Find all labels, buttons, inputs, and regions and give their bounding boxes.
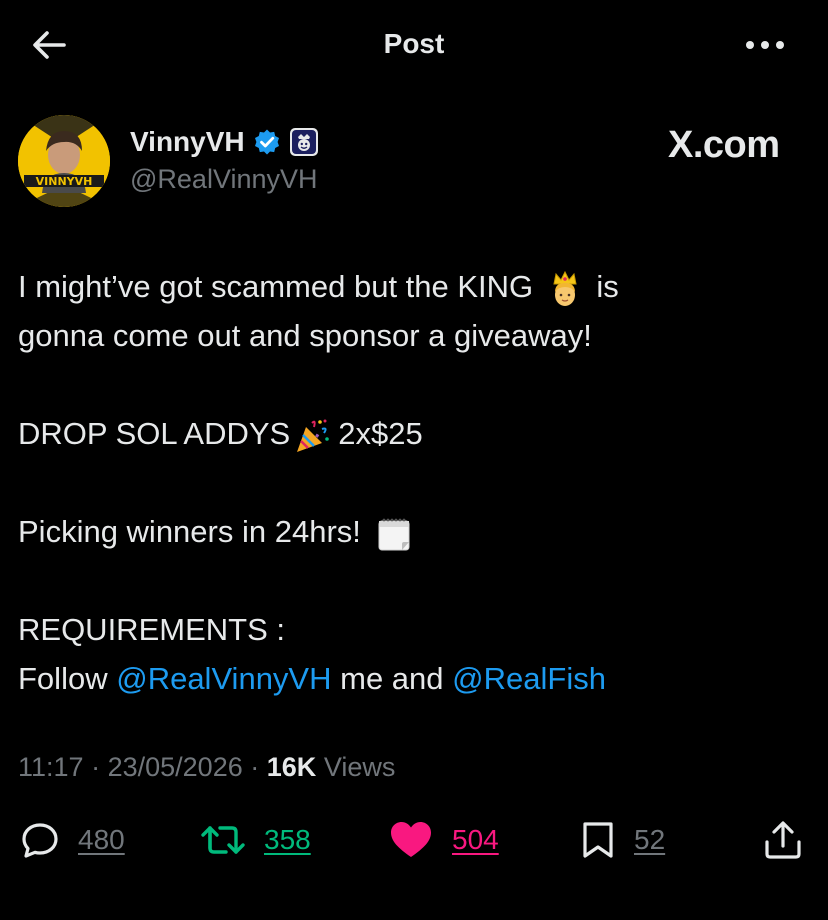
views-label: Views bbox=[323, 752, 396, 782]
post-text-king: I might’ve got scammed but the KING bbox=[18, 269, 534, 304]
spiral-notepad-emoji-icon bbox=[378, 518, 410, 551]
post-text-is: is bbox=[596, 269, 619, 304]
reply-button[interactable]: 480 bbox=[20, 820, 125, 860]
avatar[interactable]: VINNYVH bbox=[18, 115, 110, 207]
affiliate-badge-icon[interactable] bbox=[289, 127, 319, 157]
post-line-2: gonna come out and sponsor a giveaway! bbox=[18, 318, 592, 353]
avatar-text: VINNYVH bbox=[36, 175, 93, 188]
meta-separator: · bbox=[250, 752, 260, 782]
display-name-row: VinnyVH bbox=[130, 124, 319, 160]
post-line-follow: Follow @RealVinnyVH me and @RealFish bbox=[18, 654, 808, 703]
meta-separator: · bbox=[91, 752, 101, 782]
post-text-amount: 2x$25 bbox=[338, 416, 423, 451]
avatar-image: VINNYVH bbox=[18, 115, 110, 207]
watermark-text: X.com bbox=[668, 124, 780, 166]
bookmark-count[interactable]: 52 bbox=[634, 824, 665, 856]
reply-count[interactable]: 480 bbox=[78, 824, 125, 856]
repost-count[interactable]: 358 bbox=[264, 824, 311, 856]
like-button[interactable]: 504 bbox=[388, 820, 499, 860]
share-icon bbox=[765, 821, 801, 859]
more-options-button[interactable] bbox=[744, 30, 786, 60]
watermark: X.com bbox=[668, 124, 780, 167]
post-line-1: I might’ve got scammed but the KING is bbox=[18, 262, 808, 311]
repost-icon bbox=[201, 826, 245, 854]
post-date[interactable]: 23/05/2026 bbox=[108, 752, 243, 782]
mention-realfish[interactable]: @RealFish bbox=[452, 661, 606, 696]
post-line-drop: DROP SOL ADDYS 2x$25 bbox=[18, 409, 808, 458]
post-meta: 11:17 · 23/05/2026 · 16K Views bbox=[18, 752, 395, 783]
crowned-person-emoji-icon bbox=[553, 270, 577, 306]
repost-button[interactable]: 358 bbox=[200, 820, 311, 860]
like-count[interactable]: 504 bbox=[452, 824, 499, 856]
mention-realvinnyvh[interactable]: @RealVinnyVH bbox=[116, 661, 331, 696]
verified-badge-icon bbox=[254, 129, 279, 155]
post-time[interactable]: 11:17 bbox=[18, 752, 84, 782]
page-title: Post bbox=[383, 28, 445, 59]
top-bar: Post bbox=[0, 0, 828, 90]
post-text-me-and: me and bbox=[340, 661, 444, 696]
views-count[interactable]: 16K bbox=[267, 752, 317, 782]
reply-icon bbox=[22, 823, 58, 858]
share-button[interactable] bbox=[762, 820, 804, 860]
more-horizontal-icon bbox=[746, 41, 784, 49]
post-body: I might’ve got scammed but the KING is g… bbox=[18, 262, 808, 703]
action-bar: 480 358 504 52 bbox=[0, 810, 828, 870]
post-text-follow: Follow bbox=[18, 661, 108, 696]
post-text-picking: Picking winners in 24hrs! bbox=[18, 514, 361, 549]
post-line-picking: Picking winners in 24hrs! bbox=[18, 507, 808, 556]
bookmark-icon bbox=[583, 822, 613, 858]
post-text-drop: DROP SOL ADDYS bbox=[18, 416, 291, 451]
bookmark-button[interactable]: 52 bbox=[580, 820, 665, 860]
author-handle[interactable]: @RealVinnyVH bbox=[130, 164, 318, 195]
heart-icon bbox=[391, 822, 431, 857]
party-popper-emoji-icon bbox=[297, 419, 330, 452]
post-line-requirements: REQUIREMENTS : bbox=[18, 612, 285, 647]
display-name[interactable]: VinnyVH bbox=[130, 126, 245, 158]
